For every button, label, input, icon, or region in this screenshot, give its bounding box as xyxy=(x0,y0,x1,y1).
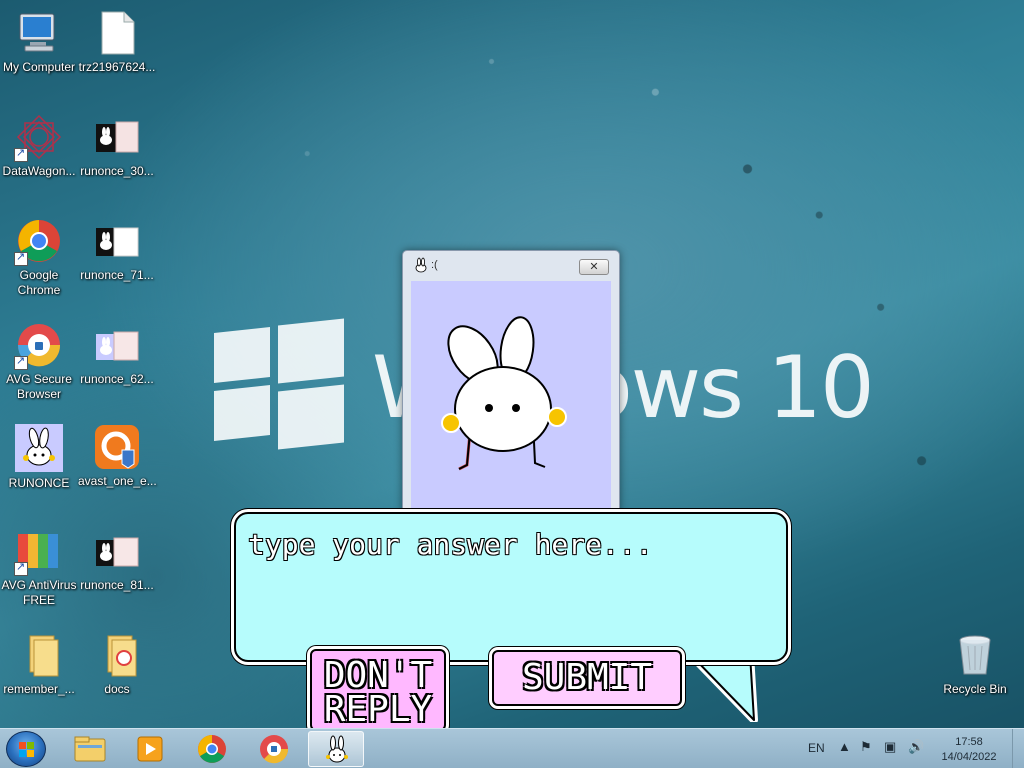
image-file-icon xyxy=(94,528,140,574)
desktop-icon-runonce-71[interactable]: runonce_71... xyxy=(78,218,156,283)
desktop-icon-trz-file[interactable]: trz21967624... xyxy=(78,10,156,75)
desktop-icon-my-computer[interactable]: My Computer xyxy=(0,10,78,75)
windows-logo xyxy=(214,318,344,450)
runonce-window[interactable]: :( ✕ xyxy=(402,250,620,513)
show-desktop-button[interactable] xyxy=(1012,729,1024,768)
media-player-icon xyxy=(137,736,163,762)
start-button[interactable] xyxy=(6,731,46,767)
taskbar-chrome[interactable] xyxy=(184,731,240,767)
system-clock[interactable]: 17:58 14/04/2022 xyxy=(936,735,1002,765)
image-file-icon xyxy=(94,114,140,160)
desktop-icon-runonce[interactable]: RUNONCE xyxy=(0,424,78,491)
volume-icon[interactable]: 🔊 xyxy=(908,739,924,755)
window-titlebar[interactable]: :( ✕ xyxy=(403,251,619,279)
action-center-flag-icon[interactable]: ⚑ xyxy=(860,739,872,755)
dont-reply-button[interactable]: DON'T REPLY xyxy=(310,649,446,731)
taskbar-avg-browser[interactable] xyxy=(246,731,302,767)
image-file-icon xyxy=(94,218,140,264)
chrome-icon xyxy=(198,735,226,763)
taskbar-media-player[interactable] xyxy=(122,731,178,767)
answer-input[interactable] xyxy=(248,528,768,638)
avg-browser-icon xyxy=(14,322,62,370)
bunny-canvas xyxy=(411,281,611,513)
desktop-icon-runonce-30[interactable]: runonce_30... xyxy=(78,114,156,179)
folder-icon xyxy=(94,632,140,678)
network-icon[interactable]: ▣ xyxy=(884,739,896,755)
bunny-illustration xyxy=(441,316,567,471)
desktop-icon-datawagon[interactable]: DataWagon... xyxy=(0,114,78,179)
image-file-icon xyxy=(94,322,140,368)
desktop-icon-recycle-bin[interactable]: Recycle Bin xyxy=(936,632,1014,697)
desktop-icon-runonce-62[interactable]: runonce_62... xyxy=(78,322,156,387)
taskbar: EN ▲ ⚑ ▣ 🔊 17:58 14/04/2022 xyxy=(0,728,1024,768)
desktop-icon-runonce-81[interactable]: runonce_81... xyxy=(78,528,156,593)
clock-time: 17:58 xyxy=(955,736,983,748)
bunny-icon xyxy=(15,424,63,472)
desktop-icon-google-chrome[interactable]: Google Chrome xyxy=(0,218,78,298)
folder-icon xyxy=(16,632,62,678)
desktop-icon-remember-folder[interactable]: remember_... xyxy=(0,632,78,697)
close-button[interactable]: ✕ xyxy=(579,259,609,275)
bunny-icon xyxy=(326,735,348,763)
desktop-icon-avg-secure-browser[interactable]: AVG Secure Browser xyxy=(0,322,78,402)
window-title: :( xyxy=(431,259,438,271)
language-indicator[interactable]: EN xyxy=(808,741,825,755)
avg-antivirus-icon xyxy=(14,528,62,576)
bunny-icon xyxy=(413,257,429,273)
avast-icon xyxy=(94,424,140,470)
taskbar-explorer[interactable] xyxy=(62,731,118,767)
file-icon xyxy=(94,10,140,56)
datawagon-icon xyxy=(14,114,62,162)
desktop-icon-avast-one[interactable]: avast_one_e... xyxy=(78,424,157,489)
submit-button[interactable]: SUBMIT xyxy=(492,650,682,706)
tray-expand-icon[interactable]: ▲ xyxy=(838,739,851,754)
computer-icon xyxy=(16,10,62,56)
desktop-icon-docs-folder[interactable]: docs xyxy=(78,632,156,697)
avg-browser-icon xyxy=(260,735,289,764)
windows-explorer-icon xyxy=(74,736,106,762)
windows-flag-icon xyxy=(19,742,34,757)
recycle-bin-icon xyxy=(952,632,998,678)
clock-date: 14/04/2022 xyxy=(941,751,997,763)
answer-bubble xyxy=(234,512,788,662)
chrome-icon xyxy=(14,218,62,266)
desktop-icon-avg-antivirus[interactable]: AVG AntiVirus FREE xyxy=(0,528,78,608)
taskbar-runonce[interactable] xyxy=(308,731,364,767)
